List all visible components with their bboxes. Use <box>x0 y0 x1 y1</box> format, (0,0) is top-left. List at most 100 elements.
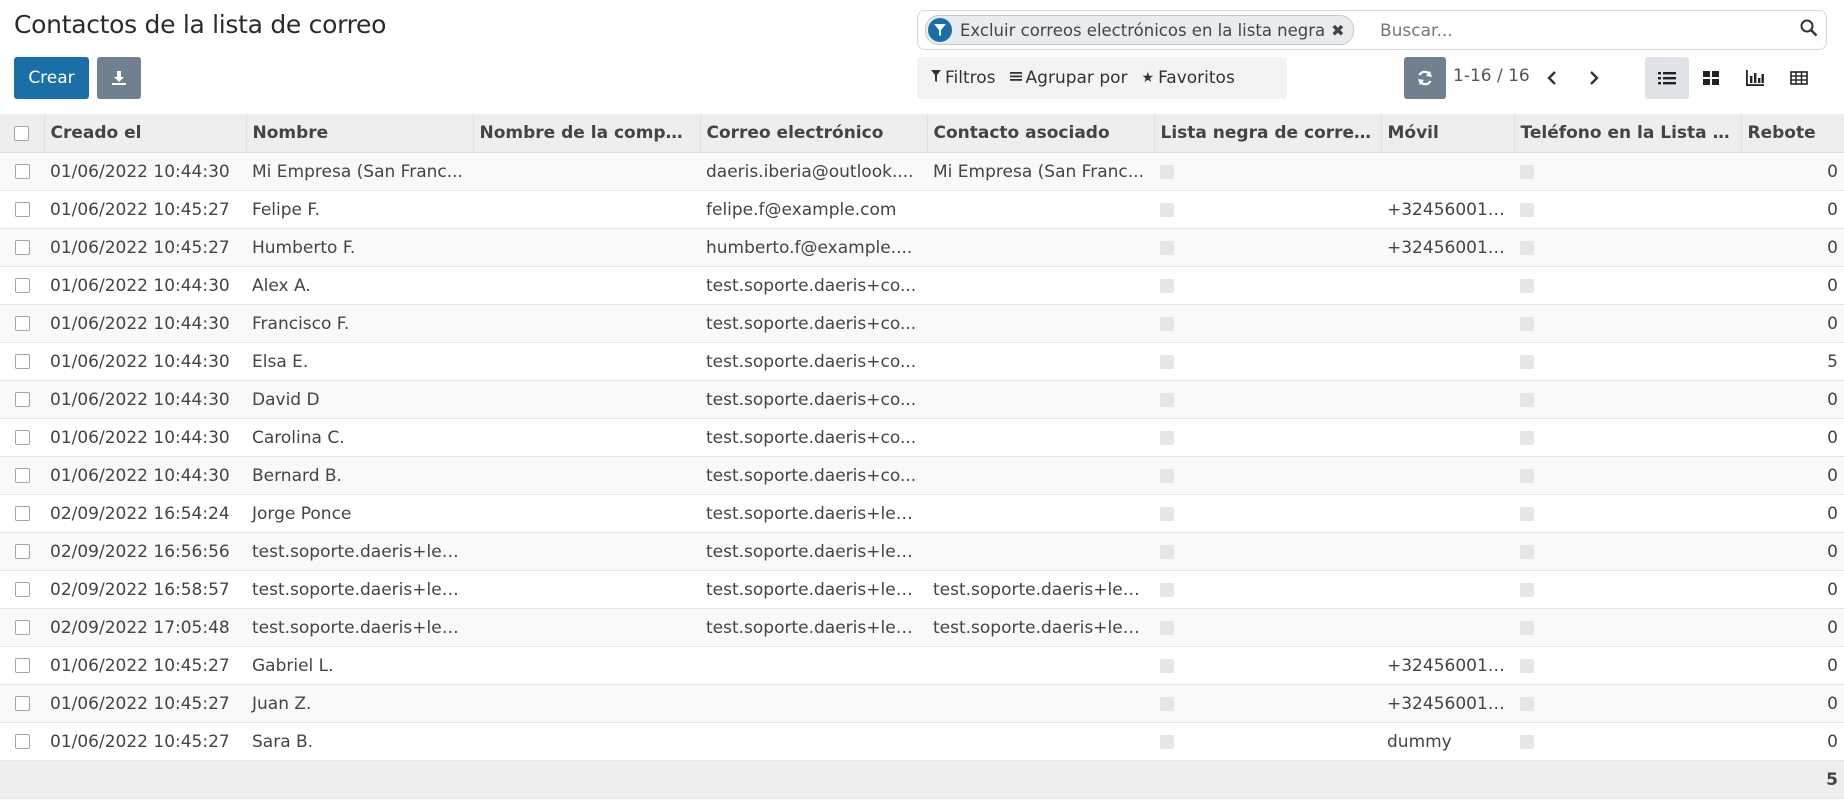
table-row[interactable]: 01/06/2022 10:44:30 Mi Empresa (San Franc… <box>0 152 1844 191</box>
download-button[interactable] <box>97 57 141 99</box>
row-checkbox[interactable] <box>14 392 30 407</box>
table-row[interactable]: 01/06/2022 10:44:30 Elsa E. test.soporte.d… <box>0 342 1844 381</box>
row-select-cell[interactable] <box>0 152 44 191</box>
row-select-cell[interactable] <box>0 570 44 609</box>
create-button[interactable]: Crear <box>14 57 89 99</box>
row-select-cell[interactable] <box>0 228 44 267</box>
table-row[interactable]: 02/09/2022 16:56:56 test.soporte.daeris+l… <box>0 532 1844 571</box>
row-select-cell[interactable] <box>0 190 44 229</box>
table-row[interactable]: 01/06/2022 10:45:27 Sara B. dummy 0 <box>0 722 1844 761</box>
column-header[interactable]: Nombre <box>246 114 474 153</box>
graph-view-button[interactable] <box>1733 57 1777 99</box>
row-checkbox[interactable] <box>14 164 30 179</box>
row-checkbox[interactable] <box>14 202 30 217</box>
column-header[interactable]: Creado el <box>44 114 247 153</box>
cell-contact: test.soporte.daeris+lea... <box>927 570 1154 609</box>
row-checkbox[interactable] <box>14 278 30 293</box>
refresh-button[interactable] <box>1404 57 1446 99</box>
table-row[interactable]: 01/06/2022 10:45:27 Gabriel L. +3245600112… <box>0 646 1844 685</box>
row-select-cell[interactable] <box>0 342 44 381</box>
pager-next-button[interactable] <box>1583 65 1605 91</box>
cell-name: Humberto F. <box>246 228 473 267</box>
pager-previous-button[interactable] <box>1541 65 1563 91</box>
row-checkbox[interactable] <box>14 696 30 711</box>
row-select-cell[interactable] <box>0 418 44 457</box>
cell-email: felipe.f@example.com <box>700 190 927 229</box>
pager-value[interactable]: 1-16 / 16 <box>1453 66 1530 86</box>
blacklist-checkbox <box>1160 278 1174 293</box>
row-select-cell[interactable] <box>0 684 44 723</box>
table-icon <box>1790 71 1808 85</box>
table-row[interactable]: 01/06/2022 10:44:30 Francisco F. test.sopo… <box>0 304 1844 343</box>
column-header[interactable]: Correo electrónico <box>700 114 928 153</box>
cell-bounce: 0 <box>1741 152 1844 191</box>
cell-bounce: 0 <box>1741 722 1844 761</box>
table-row[interactable]: 01/06/2022 10:44:30 David D test.soporte.d… <box>0 380 1844 419</box>
row-checkbox[interactable] <box>14 240 30 255</box>
table-row[interactable]: 02/09/2022 16:54:24 Jorge Ponce test.sopor… <box>0 494 1844 533</box>
column-header[interactable]: Contacto asociado <box>927 114 1155 153</box>
row-checkbox[interactable] <box>14 620 30 635</box>
cell-email <box>700 646 927 685</box>
search-input[interactable] <box>1378 17 1782 45</box>
column-header[interactable]: Lista negra de correo ... <box>1154 114 1382 153</box>
row-checkbox[interactable] <box>14 354 30 369</box>
row-select-cell[interactable] <box>0 304 44 343</box>
filters-button[interactable]: Filtros <box>931 68 996 88</box>
row-checkbox[interactable] <box>14 316 30 331</box>
bar-chart-icon <box>1746 70 1764 86</box>
column-header[interactable]: Nombre de la compa... <box>473 114 701 153</box>
phone-blacklist-checkbox <box>1520 696 1534 711</box>
cell-company <box>473 418 700 457</box>
cell-email <box>700 722 927 761</box>
row-checkbox[interactable] <box>14 506 30 521</box>
row-select-cell[interactable] <box>0 266 44 305</box>
row-checkbox[interactable] <box>14 582 30 597</box>
cell-name: Elsa E. <box>246 342 473 381</box>
row-checkbox[interactable] <box>14 734 30 749</box>
row-select-cell[interactable] <box>0 646 44 685</box>
cell-mobile <box>1381 342 1514 381</box>
row-select-cell[interactable] <box>0 722 44 761</box>
cell-company <box>473 152 700 191</box>
row-select-cell[interactable] <box>0 380 44 419</box>
group-by-button[interactable]: Agrupar por <box>1009 68 1128 88</box>
group-by-label: Agrupar por <box>1025 68 1128 88</box>
row-checkbox[interactable] <box>14 430 30 445</box>
list-view-button[interactable] <box>1645 57 1689 99</box>
row-select-cell[interactable] <box>0 608 44 647</box>
kanban-view-button[interactable] <box>1689 57 1733 99</box>
table-row[interactable]: 01/06/2022 10:45:27 Juan Z. +32456001133 0 <box>0 684 1844 723</box>
cell-bounce: 0 <box>1741 494 1844 533</box>
bars-icon <box>1009 70 1022 86</box>
favorites-button[interactable]: ★ Favoritos <box>1142 68 1235 88</box>
table-row[interactable]: 02/09/2022 16:58:57 test.soporte.daeris+l… <box>0 570 1844 609</box>
row-select-cell[interactable] <box>0 532 44 571</box>
table-row[interactable]: 01/06/2022 10:45:27 Felipe F. felipe.f@exa… <box>0 190 1844 229</box>
table-row[interactable]: 01/06/2022 10:44:30 Bernard B. test.soport… <box>0 456 1844 495</box>
close-icon[interactable]: ✖ <box>1331 21 1344 40</box>
pivot-view-button[interactable] <box>1777 57 1821 99</box>
cell-blacklist <box>1154 266 1381 305</box>
blacklist-checkbox <box>1160 316 1174 331</box>
table-row[interactable]: 02/09/2022 17:05:48 test.soporte.daeris+l… <box>0 608 1844 647</box>
table-row[interactable]: 01/06/2022 10:44:30 Alex A. test.soporte.d… <box>0 266 1844 305</box>
column-header[interactable]: Teléfono en la Lista Ne... <box>1514 114 1742 153</box>
column-header[interactable]: Rebote <box>1741 114 1844 153</box>
cell-blacklist <box>1154 190 1381 229</box>
select-all-checkbox[interactable] <box>14 125 30 141</box>
row-checkbox[interactable] <box>14 468 30 483</box>
row-select-cell[interactable] <box>0 456 44 495</box>
cell-name: Mi Empresa (San Franc... <box>246 152 473 191</box>
row-checkbox[interactable] <box>14 544 30 559</box>
select-all-header[interactable] <box>0 114 45 153</box>
column-header[interactable]: Móvil <box>1381 114 1515 153</box>
chevron-left-icon <box>1547 71 1556 85</box>
row-select-cell[interactable] <box>0 494 44 533</box>
table-row[interactable]: 01/06/2022 10:44:30 Carolina C. test.sopor… <box>0 418 1844 457</box>
bounce-total: 5 <box>1741 760 1844 799</box>
row-checkbox[interactable] <box>14 658 30 673</box>
table-row[interactable]: 01/06/2022 10:45:27 Humberto F. humberto.f… <box>0 228 1844 267</box>
cell-created: 01/06/2022 10:44:30 <box>44 266 246 305</box>
search-icon[interactable] <box>1800 19 1818 41</box>
